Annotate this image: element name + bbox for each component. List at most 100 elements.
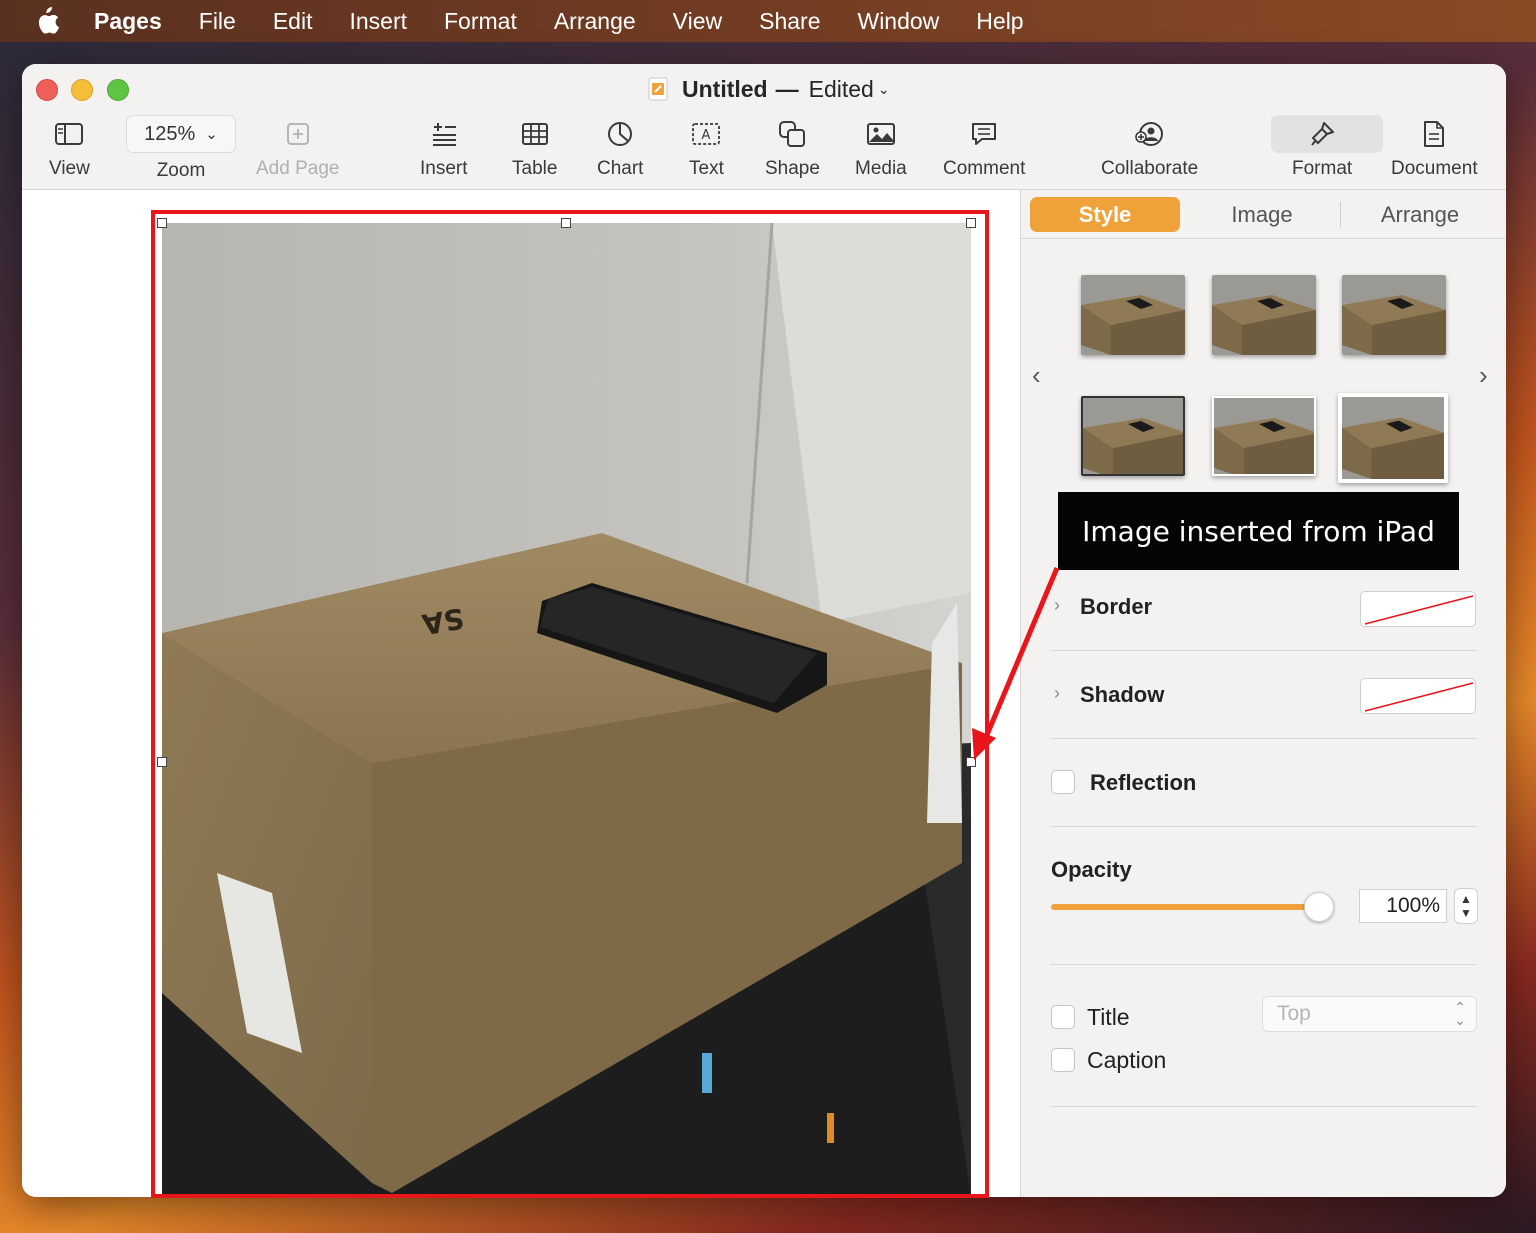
- caption-checkbox[interactable]: [1051, 1048, 1075, 1072]
- table-button[interactable]: Table: [512, 116, 557, 180]
- document-title[interactable]: Untitled — Edited ⌄: [648, 74, 890, 104]
- table-icon: [521, 116, 549, 152]
- tab-style[interactable]: Style: [1030, 197, 1180, 232]
- menu-file[interactable]: File: [199, 8, 236, 35]
- add-page-label: Add Page: [256, 158, 340, 179]
- menu-share[interactable]: Share: [759, 8, 820, 35]
- add-page-icon: [286, 116, 310, 152]
- menu-edit[interactable]: Edit: [273, 8, 313, 35]
- opacity-stepper[interactable]: ▲ ▼: [1454, 888, 1478, 924]
- annotation-callout: Image inserted from iPad: [1058, 492, 1459, 570]
- shadow-section[interactable]: › Shadow: [1050, 651, 1477, 739]
- tab-image[interactable]: Image: [1187, 197, 1337, 232]
- tab-divider: [1340, 202, 1341, 228]
- selection-handle-top-left[interactable]: [157, 218, 167, 228]
- no-fill-slash-icon: [1364, 595, 1474, 625]
- chevron-down-icon: ⌄: [205, 126, 218, 143]
- border-section[interactable]: › Border: [1050, 563, 1477, 651]
- opacity-slider-knob[interactable]: [1304, 892, 1334, 922]
- image-style-thumb-5[interactable]: [1212, 396, 1316, 476]
- reflection-checkbox[interactable]: [1051, 770, 1075, 794]
- up-down-chevron-icon: ⌃ ⌄: [1454, 999, 1466, 1028]
- selection-handle-middle-left[interactable]: [157, 757, 167, 767]
- insert-icon: [430, 116, 458, 152]
- media-button[interactable]: Media: [855, 116, 907, 180]
- chevron-up-icon[interactable]: ▲: [1460, 892, 1472, 906]
- image-style-thumb-6[interactable]: [1338, 393, 1448, 483]
- thumbnail-photo-icon: [1212, 275, 1316, 355]
- shape-label: Shape: [765, 158, 820, 179]
- title-separator: —: [775, 75, 799, 102]
- format-button[interactable]: Format: [1292, 116, 1352, 180]
- tab-arrange[interactable]: Arrange: [1345, 197, 1495, 232]
- shape-icon: [778, 116, 806, 152]
- thumbnail-photo-icon: [1214, 398, 1314, 474]
- thumbnail-photo-icon: [1083, 398, 1183, 474]
- comment-button[interactable]: Comment: [943, 116, 1025, 180]
- divider: [1050, 964, 1477, 965]
- document-name: Untitled: [682, 75, 768, 102]
- minimize-window-button[interactable]: [71, 79, 93, 101]
- view-label: View: [49, 158, 90, 179]
- zoom-value: 125%: [144, 122, 196, 145]
- title-label: Title: [1087, 1004, 1130, 1030]
- zoom-window-button[interactable]: [107, 79, 129, 101]
- shape-button[interactable]: Shape: [765, 116, 820, 180]
- collaborate-button[interactable]: Collaborate: [1101, 116, 1198, 180]
- insert-button[interactable]: Insert: [420, 116, 468, 180]
- menu-window[interactable]: Window: [857, 8, 939, 35]
- menu-view[interactable]: View: [673, 8, 722, 35]
- table-label: Table: [512, 158, 558, 179]
- insert-label: Insert: [420, 158, 468, 179]
- shadow-color-well[interactable]: [1360, 678, 1476, 714]
- thumbnail-photo-icon: [1342, 397, 1444, 479]
- opacity-field[interactable]: 100%: [1359, 889, 1447, 923]
- title-position-popup[interactable]: Top ⌃ ⌄: [1262, 996, 1477, 1032]
- menu-format[interactable]: Format: [444, 8, 517, 35]
- view-button[interactable]: View: [49, 116, 90, 180]
- annotation-arrow-icon: [972, 567, 1060, 760]
- opacity-slider-track[interactable]: [1051, 904, 1321, 910]
- svg-text:A: A: [702, 128, 711, 143]
- text-button[interactable]: A Text: [689, 116, 724, 180]
- comment-icon: [970, 116, 998, 152]
- chevron-down-icon[interactable]: ▼: [1460, 906, 1472, 920]
- selection-handle-top-right[interactable]: [966, 218, 976, 228]
- thumbnail-photo-icon: [1081, 275, 1185, 355]
- inspector-tabs: Style Image Arrange: [1021, 190, 1506, 239]
- menu-bar: Pages File Edit Insert Format Arrange Vi…: [0, 0, 1536, 42]
- shadow-label: Shadow: [1080, 682, 1165, 707]
- document-icon: [1422, 116, 1446, 152]
- chevron-left-icon[interactable]: ‹: [1032, 360, 1041, 391]
- menu-arrange[interactable]: Arrange: [554, 8, 636, 35]
- border-color-well[interactable]: [1360, 591, 1476, 627]
- format-label: Format: [1292, 158, 1353, 179]
- pages-document-icon: [648, 77, 668, 101]
- text-box-icon: A: [691, 116, 721, 152]
- chevron-right-icon[interactable]: ›: [1479, 360, 1488, 391]
- menu-insert[interactable]: Insert: [349, 8, 407, 35]
- no-fill-slash-icon: [1364, 682, 1474, 712]
- menu-help[interactable]: Help: [976, 8, 1023, 35]
- border-label: Border: [1080, 594, 1153, 619]
- chart-button[interactable]: Chart: [597, 116, 643, 180]
- zoom-popup[interactable]: 125% ⌄: [126, 115, 236, 153]
- menu-app-pages[interactable]: Pages: [94, 8, 162, 35]
- image-style-thumb-4[interactable]: [1081, 396, 1185, 476]
- selection-handle-top-center[interactable]: [561, 218, 571, 228]
- title-checkbox[interactable]: [1051, 1005, 1075, 1029]
- image-style-thumb-2[interactable]: [1212, 275, 1316, 355]
- photo-icon: [866, 116, 896, 152]
- close-window-button[interactable]: [36, 79, 58, 101]
- reflection-label: Reflection: [1090, 770, 1197, 795]
- document-button[interactable]: Document: [1391, 116, 1478, 180]
- text-label: Text: [689, 158, 724, 179]
- apple-logo-icon[interactable]: [34, 7, 62, 35]
- caption-label: Caption: [1087, 1047, 1167, 1073]
- image-style-thumb-1[interactable]: [1081, 275, 1185, 355]
- chart-icon: [606, 116, 634, 152]
- image-style-thumb-3[interactable]: [1342, 275, 1446, 355]
- opacity-label: Opacity: [1051, 857, 1132, 882]
- sidebar-icon: [54, 116, 84, 152]
- add-page-button[interactable]: Add Page: [256, 116, 339, 180]
